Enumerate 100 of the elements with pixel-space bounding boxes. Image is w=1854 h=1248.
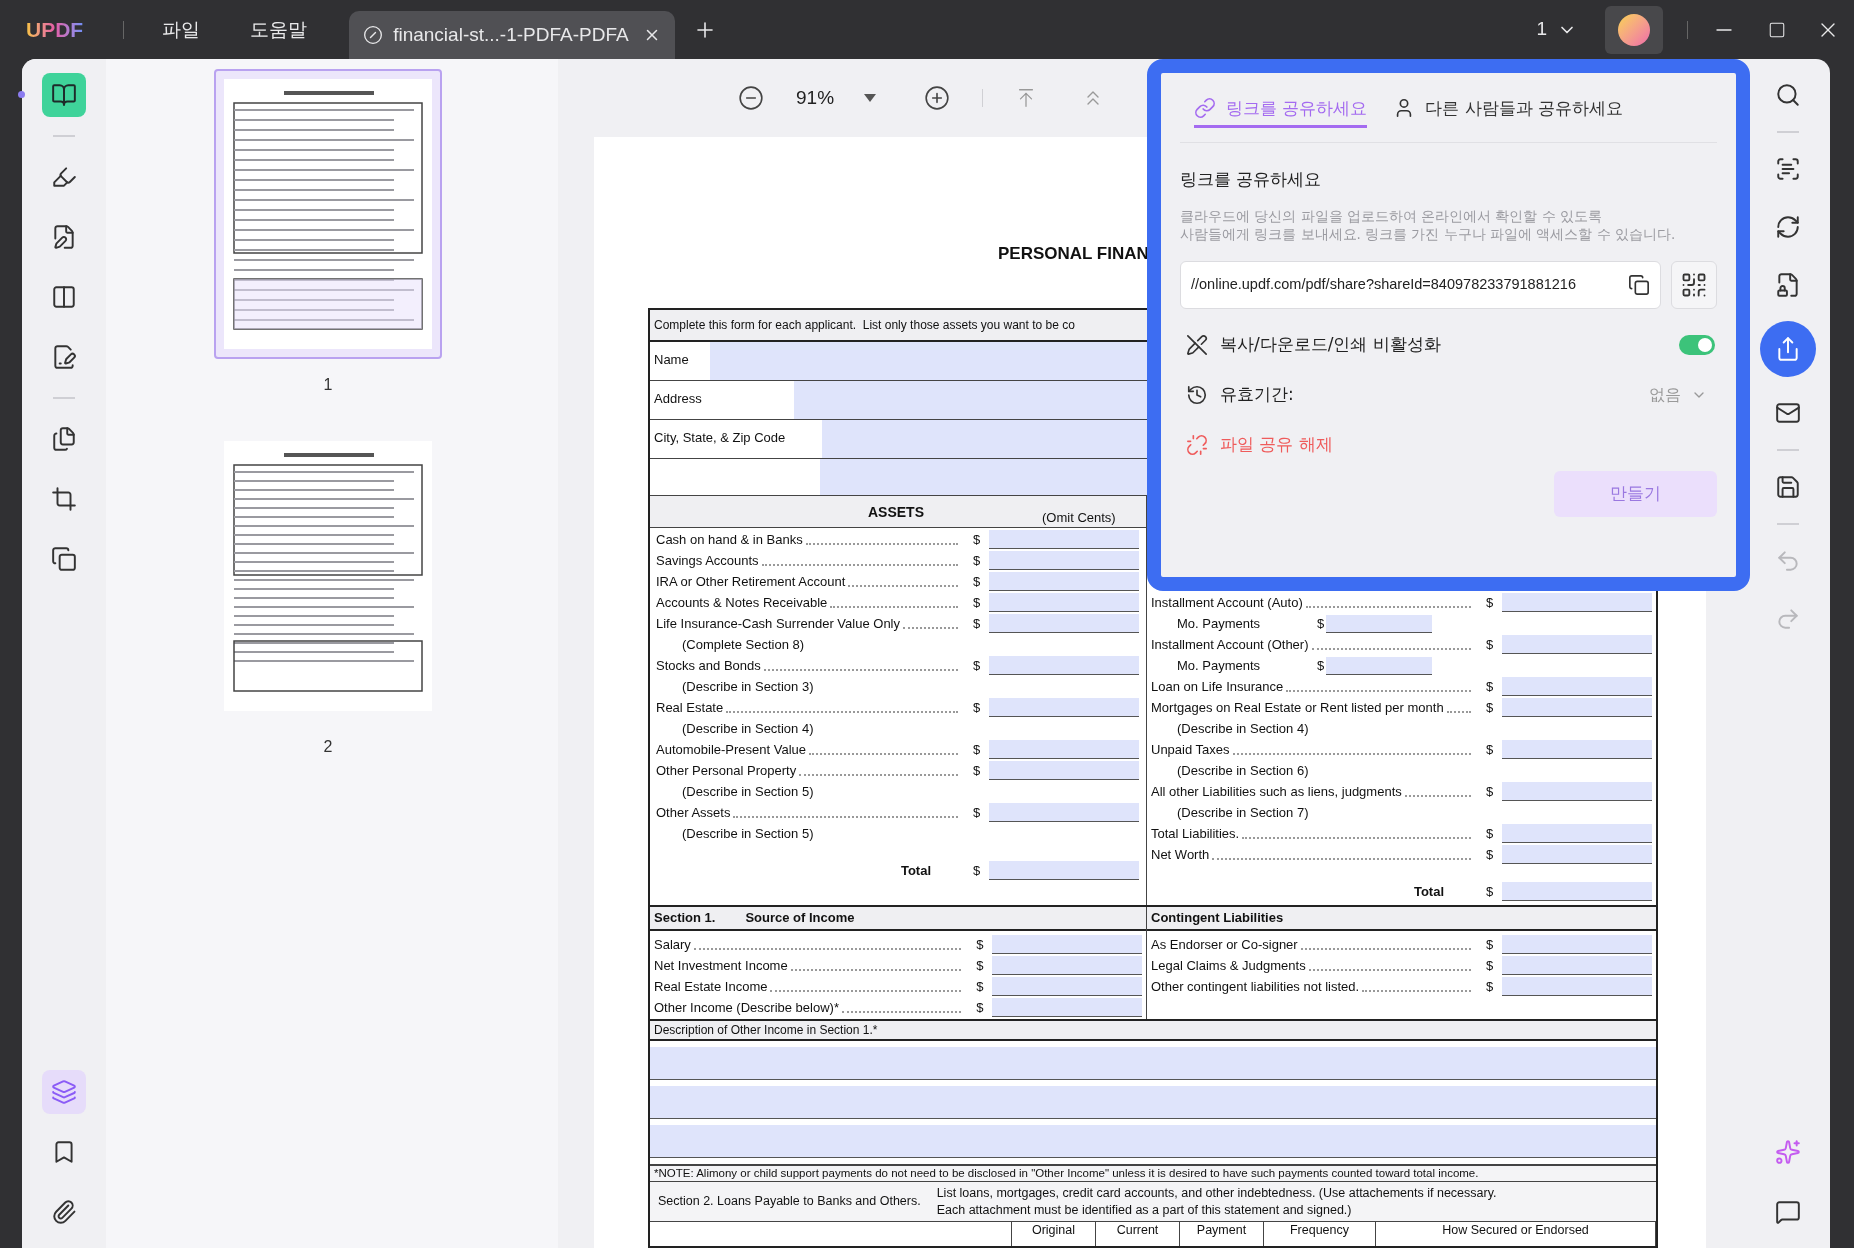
amount-field[interactable] bbox=[1502, 635, 1652, 654]
line-label: Salary bbox=[654, 935, 691, 954]
amount-field[interactable] bbox=[989, 698, 1139, 717]
section-description: Each attachment must be identified as a part of this statement and signed.) bbox=[936, 1201, 1353, 1219]
link-field[interactable]: //online.updf.com/pdf/share?shareId=840978233791881216 bbox=[1180, 260, 1661, 309]
stacked-pages-icon bbox=[51, 546, 77, 572]
amount-field[interactable] bbox=[989, 551, 1139, 570]
amount-field[interactable] bbox=[1502, 782, 1652, 801]
dollar-sign: $ bbox=[1486, 593, 1495, 612]
toggle-switch[interactable] bbox=[1679, 334, 1715, 355]
amount-field[interactable] bbox=[1502, 956, 1652, 975]
amount-field[interactable] bbox=[992, 977, 1142, 996]
layers-button[interactable] bbox=[42, 1070, 86, 1114]
page-switcher[interactable]: 1 bbox=[1536, 15, 1577, 44]
amount-field[interactable] bbox=[989, 572, 1139, 591]
dollar-sign: $ bbox=[973, 761, 982, 780]
amount-field[interactable] bbox=[989, 530, 1139, 549]
amount-field[interactable] bbox=[989, 803, 1139, 822]
line-label: All other Liabilities such as liens, judgments bbox=[1151, 782, 1402, 801]
zoom-in-icon[interactable] bbox=[924, 85, 951, 111]
copy-icon[interactable] bbox=[1628, 273, 1650, 296]
text-field[interactable] bbox=[650, 1086, 1656, 1119]
zoom-level[interactable]: 91% bbox=[796, 83, 835, 113]
line-note: (Describe in Section 5) bbox=[682, 782, 814, 801]
menu-item[interactable]: 도움말 bbox=[250, 15, 308, 44]
document-tab[interactable]: financial-st...-1-PDFA-PDFA bbox=[349, 11, 676, 59]
clock-arrow-icon bbox=[1186, 383, 1208, 406]
amount-field[interactable] bbox=[992, 998, 1142, 1017]
line-note: (Describe in Section 3) bbox=[682, 677, 814, 696]
column-header: Frequency bbox=[1289, 1223, 1350, 1239]
amount-field[interactable] bbox=[1502, 977, 1652, 996]
pen-line-document-icon bbox=[51, 344, 77, 370]
dollar-sign: $ bbox=[1486, 935, 1495, 954]
dialog-heading: 링크를 공유하세요 bbox=[1180, 168, 1323, 191]
setting-label: 유효기간: bbox=[1220, 382, 1295, 406]
text-field[interactable] bbox=[650, 1125, 1656, 1158]
share-button[interactable] bbox=[1760, 321, 1816, 377]
mail-icon bbox=[1775, 400, 1801, 426]
scan-text-icon bbox=[1775, 156, 1801, 182]
amount-field[interactable] bbox=[1502, 882, 1652, 901]
line-note: (Describe in Section 6) bbox=[1177, 761, 1309, 780]
line-label: Real Estate Income bbox=[654, 977, 768, 996]
amount-field[interactable] bbox=[989, 740, 1139, 759]
dollar-sign: $ bbox=[1486, 845, 1495, 864]
zoom-out-icon[interactable] bbox=[738, 85, 764, 111]
dollar-sign: $ bbox=[976, 977, 985, 996]
avatar-button[interactable] bbox=[1605, 5, 1663, 54]
dollar-sign: $ bbox=[1317, 656, 1325, 675]
line-label: As Endorser or Co-signer bbox=[1151, 935, 1298, 954]
dollar-sign: $ bbox=[1486, 698, 1495, 717]
amount-field[interactable] bbox=[1502, 698, 1652, 717]
qr-code-button[interactable] bbox=[1671, 260, 1717, 309]
text-field[interactable] bbox=[650, 1047, 1656, 1080]
menu-item[interactable]: 파일 bbox=[162, 15, 201, 44]
amount-field[interactable] bbox=[1502, 677, 1652, 696]
share-icon bbox=[1775, 336, 1801, 362]
line-label: Other Assets bbox=[656, 803, 731, 822]
dollar-sign: $ bbox=[1486, 977, 1495, 996]
line-note: (Complete Section 8) bbox=[682, 635, 805, 654]
amount-field[interactable] bbox=[1502, 824, 1652, 843]
locked-document-icon bbox=[1775, 272, 1801, 298]
dialog-description: 클라우드에 당신의 파일을 업로드하여 온라인에서 확인할 수 있도록 bbox=[1180, 206, 1604, 225]
amount-field[interactable] bbox=[989, 761, 1139, 780]
line-note: (Describe in Section 4) bbox=[1177, 719, 1309, 738]
amount-field[interactable] bbox=[992, 935, 1142, 954]
paperclip-icon bbox=[51, 1199, 77, 1225]
amount-field[interactable] bbox=[1326, 615, 1433, 633]
dollar-sign: $ bbox=[1486, 782, 1495, 801]
amount-field[interactable] bbox=[1326, 657, 1433, 675]
amount-field[interactable] bbox=[1502, 935, 1652, 954]
amount-field[interactable] bbox=[989, 614, 1139, 633]
line-label: Cash on hand & in Banks bbox=[656, 530, 803, 549]
dollar-sign: $ bbox=[1317, 614, 1325, 633]
amount-field[interactable] bbox=[1502, 740, 1652, 759]
amount-field[interactable] bbox=[1502, 845, 1652, 864]
amount-field[interactable] bbox=[992, 956, 1142, 975]
layers-icon bbox=[51, 1079, 77, 1105]
amount-field[interactable] bbox=[989, 656, 1139, 675]
amount-field[interactable] bbox=[989, 593, 1139, 612]
form-note: *NOTE: Alimony or child support payments do not need to be disclosed in "Other Income" unless it is desired to have such payments counted toward total income. bbox=[654, 1165, 1479, 1181]
book-icon bbox=[51, 82, 77, 108]
page-thumbnail[interactable] bbox=[214, 69, 442, 359]
caret-down-icon[interactable] bbox=[864, 94, 877, 102]
reader-tool-button[interactable] bbox=[42, 73, 86, 117]
line-label: Installment Account (Auto) bbox=[1151, 593, 1303, 612]
section-number: Section 1. bbox=[654, 909, 716, 928]
setting-label: 복사/다운로드/인쇄 비활성화 bbox=[1220, 332, 1442, 356]
dollar-sign: $ bbox=[973, 740, 982, 759]
amount-field[interactable] bbox=[989, 861, 1139, 880]
avatar bbox=[1618, 13, 1650, 46]
dollar-sign: $ bbox=[1486, 677, 1495, 696]
field-label: City, State, & Zip Code bbox=[654, 430, 786, 445]
maximize-icon[interactable] bbox=[1768, 20, 1786, 39]
speech-bubble-icon bbox=[1775, 1199, 1801, 1225]
dollar-sign: $ bbox=[973, 551, 982, 570]
amount-field[interactable] bbox=[1502, 593, 1652, 612]
line-note: (Describe in Section 5) bbox=[682, 824, 814, 843]
share-tab[interactable]: 다른 사람들과 공유하세요 bbox=[1393, 95, 1624, 128]
dollar-sign: $ bbox=[1486, 635, 1495, 654]
sparkles-icon bbox=[1775, 1139, 1801, 1165]
